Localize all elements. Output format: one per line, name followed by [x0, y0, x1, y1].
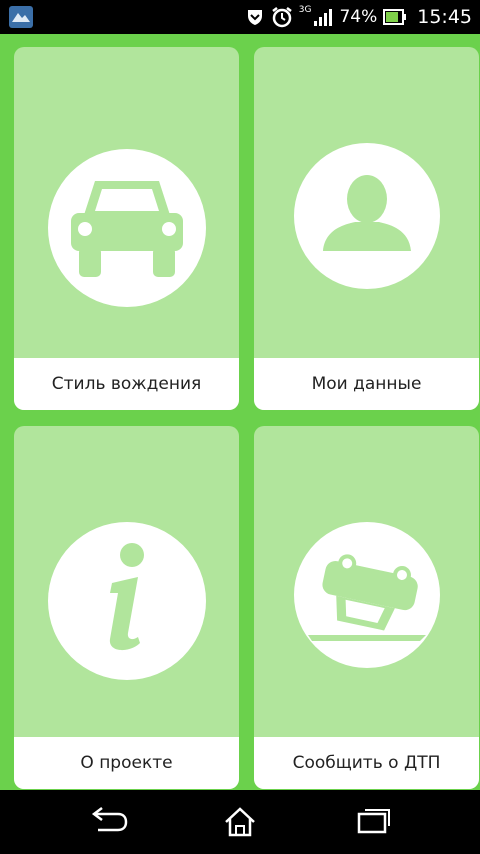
info-icon-circle: [47, 522, 206, 680]
car-accident-icon: [307, 554, 426, 641]
signal-icon: [314, 9, 333, 26]
info-icon: [109, 543, 144, 651]
tile-label: О проекте: [14, 737, 239, 789]
recent-apps-icon[interactable]: [343, 804, 403, 840]
home-icon[interactable]: [210, 804, 270, 840]
tile-report-accident[interactable]: Сообщить о ДТП: [254, 426, 479, 789]
shield-icon: [247, 10, 262, 25]
tile-driving-style[interactable]: Стиль вождения: [14, 47, 239, 410]
clock: 15:45: [417, 6, 472, 28]
car-icon-circle: [47, 149, 206, 307]
accident-icon-circle: [293, 522, 440, 668]
network-type: 3G: [298, 5, 312, 15]
tile-my-data[interactable]: Мои данные: [254, 47, 479, 410]
status-bar: 3G 74% 15:45: [0, 0, 480, 34]
back-icon[interactable]: [78, 804, 138, 840]
tile-label: Сообщить о ДТП: [254, 737, 479, 789]
app-notification-icon: [9, 6, 33, 28]
tile-label: Мои данные: [254, 358, 479, 410]
alarm-clock-icon: [271, 7, 292, 28]
battery-percent: 74%: [339, 7, 378, 27]
tile-about[interactable]: О проекте: [14, 426, 239, 789]
battery-icon: [383, 9, 407, 25]
user-icon-circle: [293, 143, 440, 289]
navigation-bar: [0, 790, 480, 854]
user-icon: [322, 175, 411, 251]
tile-label: Стиль вождения: [14, 358, 239, 410]
car-icon: [70, 181, 183, 277]
